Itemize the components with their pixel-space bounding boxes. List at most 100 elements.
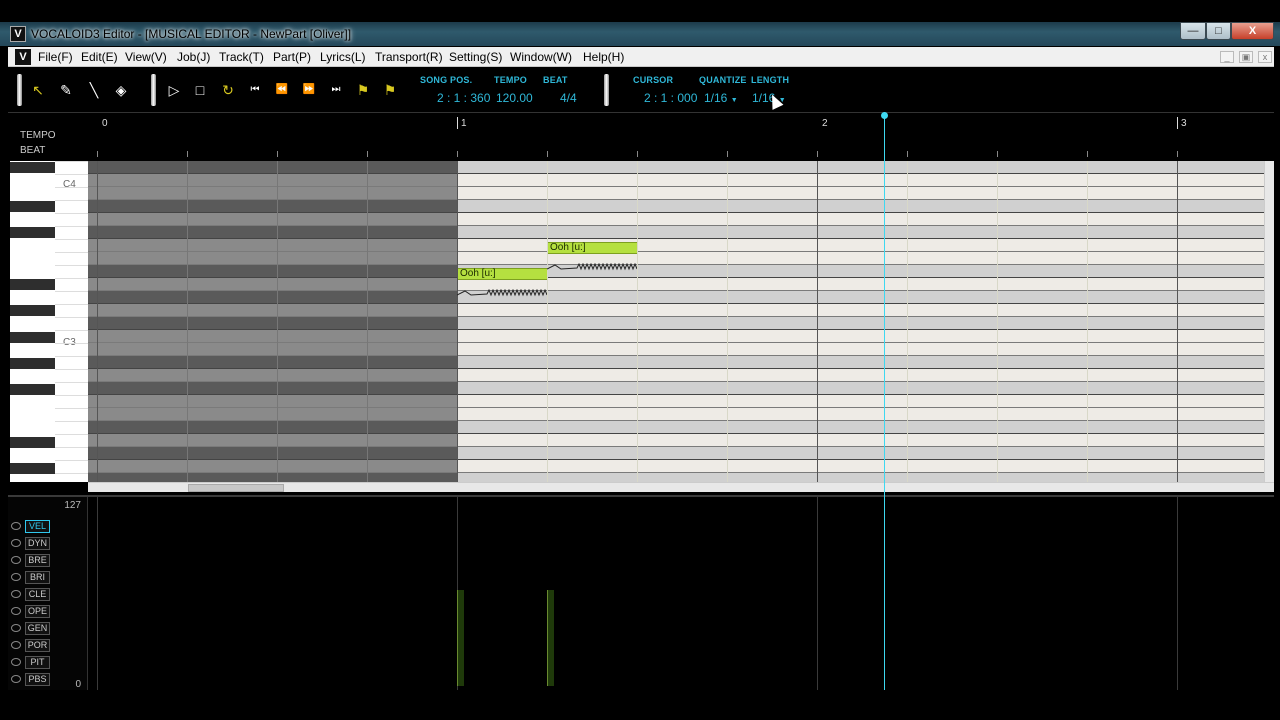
mdi-restore-button[interactable]: ▣ — [1239, 51, 1253, 63]
black-key[interactable] — [10, 437, 55, 448]
menu-track[interactable]: Track(T) — [219, 50, 264, 64]
black-key[interactable] — [10, 162, 55, 173]
toolbar-grip[interactable] — [604, 74, 609, 106]
beat-label: BEAT — [543, 75, 568, 85]
black-key[interactable] — [10, 279, 55, 290]
timeline-ruler[interactable]: TEMPO BEAT 0 1 2 3 — [8, 112, 1274, 160]
eye-icon[interactable] — [11, 590, 21, 598]
play-icon[interactable]: ▷ — [164, 80, 184, 100]
loop-icon[interactable]: ↻ — [218, 80, 238, 100]
eye-icon[interactable] — [11, 641, 21, 649]
punch-icon[interactable]: ⚑ — [380, 80, 400, 100]
eye-icon[interactable] — [11, 658, 21, 666]
velocity-bar[interactable] — [547, 590, 554, 686]
velocity-bar[interactable] — [457, 590, 464, 686]
black-key[interactable] — [10, 305, 55, 316]
eye-icon[interactable] — [11, 607, 21, 615]
black-key[interactable] — [10, 463, 55, 474]
menu-transport[interactable]: Transport(R) — [375, 50, 443, 64]
eraser-tool-icon[interactable]: ◈ — [111, 80, 131, 100]
black-key[interactable] — [10, 227, 55, 238]
eye-icon[interactable] — [11, 556, 21, 564]
menu-job[interactable]: Job(J) — [177, 50, 210, 64]
line-tool-icon[interactable]: ╲ — [84, 80, 104, 100]
menu-setting[interactable]: Setting(S) — [449, 50, 502, 64]
go-start-icon[interactable]: ⏮ — [245, 80, 265, 100]
white-key-divider — [55, 317, 88, 318]
white-key-divider — [55, 343, 88, 344]
param-button[interactable]: BRI — [25, 571, 50, 584]
arrow-tool-icon[interactable]: ↖ — [28, 80, 48, 100]
param-button[interactable]: BRE — [25, 554, 50, 567]
metronome-icon[interactable]: ⚑ — [353, 80, 373, 100]
eye-icon[interactable] — [11, 624, 21, 632]
note[interactable]: Ooh [u:] — [547, 242, 638, 254]
white-key-divider — [55, 330, 88, 331]
eye-icon[interactable] — [11, 573, 21, 581]
param-vel[interactable]: VEL — [11, 520, 71, 534]
param-button[interactable]: VEL — [25, 520, 50, 533]
minimize-button[interactable]: — — [1180, 22, 1206, 40]
horizontal-scrollbar[interactable] — [88, 482, 1274, 492]
param-button[interactable]: DYN — [25, 537, 50, 550]
param-por[interactable]: POR — [11, 639, 71, 653]
mdi-minimize-button[interactable]: _ — [1220, 51, 1234, 63]
menu-window[interactable]: Window(W) — [510, 50, 572, 64]
eye-icon[interactable] — [11, 522, 21, 530]
control-grid-line — [187, 497, 188, 692]
app-icon[interactable]: V — [10, 26, 26, 42]
black-key[interactable] — [10, 201, 55, 212]
document-icon[interactable]: V — [15, 49, 31, 65]
param-dyn[interactable]: DYN — [11, 537, 71, 551]
beat-value[interactable]: 4/4 — [560, 91, 577, 105]
pencil-tool-icon[interactable]: ✎ — [56, 80, 76, 100]
black-key[interactable] — [10, 384, 55, 395]
note-grid[interactable]: Ooh [u:] Ooh [u:] — [88, 161, 1264, 482]
param-cle[interactable]: CLE — [11, 588, 71, 602]
song-pos-value[interactable]: 2 : 1 : 360 — [437, 91, 490, 105]
window-title: VOCALOID3 Editor - [MUSICAL EDITOR - New… — [31, 27, 352, 41]
menu-lyrics[interactable]: Lyrics(L) — [320, 50, 366, 64]
menu-part[interactable]: Part(P) — [273, 50, 311, 64]
param-button[interactable]: GEN — [25, 622, 50, 635]
param-gen[interactable]: GEN — [11, 622, 71, 636]
param-button[interactable]: PIT — [25, 656, 50, 669]
note[interactable]: Ooh [u:] — [457, 268, 548, 280]
menu-help[interactable]: Help(H) — [583, 50, 624, 64]
toolbar-grip[interactable] — [17, 74, 22, 106]
maximize-button[interactable]: □ — [1206, 22, 1231, 40]
white-key-divider — [55, 187, 88, 188]
fast-forward-icon[interactable]: ⏩ — [299, 80, 319, 100]
rewind-icon[interactable]: ⏪ — [272, 80, 292, 100]
eye-icon[interactable] — [11, 675, 21, 683]
go-end-icon[interactable]: ⏭ — [326, 80, 346, 100]
playback-cursor[interactable] — [884, 112, 885, 690]
vertical-scrollbar[interactable] — [1264, 161, 1274, 482]
param-button[interactable]: OPE — [25, 605, 50, 618]
beat-tick — [817, 151, 818, 157]
param-bri[interactable]: BRI — [11, 571, 71, 585]
menu-file[interactable]: File(F) — [38, 50, 73, 64]
menu-edit[interactable]: Edit(E) — [81, 50, 118, 64]
param-bre[interactable]: BRE — [11, 554, 71, 568]
param-pbs[interactable]: PBS — [11, 673, 71, 687]
stop-icon[interactable]: □ — [190, 80, 210, 100]
scrollbar-thumb[interactable] — [188, 484, 284, 492]
param-button[interactable]: CLE — [25, 588, 50, 601]
quantize-select[interactable]: 1/16 ▼ — [704, 91, 738, 105]
playback-cursor-handle[interactable] — [881, 112, 888, 119]
piano-keyboard[interactable]: C4 C3 — [10, 161, 88, 482]
param-ope[interactable]: OPE — [11, 605, 71, 619]
param-button[interactable]: POR — [25, 639, 50, 652]
control-grid[interactable] — [88, 497, 1274, 692]
param-button[interactable]: PBS — [25, 673, 50, 686]
eye-icon[interactable] — [11, 539, 21, 547]
tempo-value[interactable]: 120.00 — [496, 91, 533, 105]
close-button[interactable]: X — [1231, 22, 1274, 40]
param-pit[interactable]: PIT — [11, 656, 71, 670]
menu-view[interactable]: View(V) — [125, 50, 167, 64]
toolbar-grip[interactable] — [151, 74, 156, 106]
black-key[interactable] — [10, 358, 55, 369]
black-key[interactable] — [10, 332, 55, 343]
mdi-close-button[interactable]: x — [1258, 51, 1272, 63]
